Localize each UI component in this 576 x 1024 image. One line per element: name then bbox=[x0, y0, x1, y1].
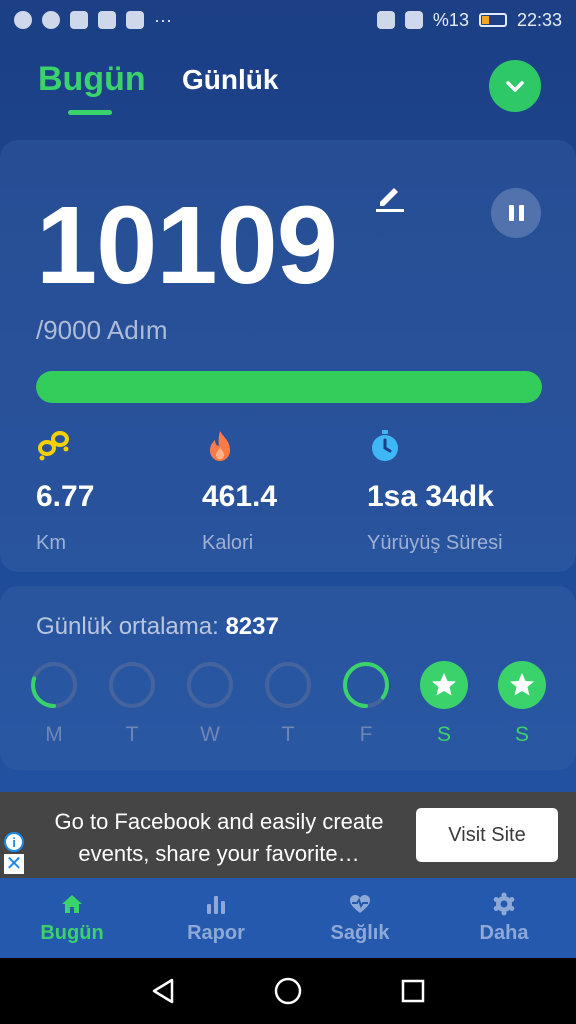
calories-label: Kalori bbox=[202, 532, 254, 554]
day-3[interactable]: T bbox=[264, 661, 312, 747]
day-progress-ring bbox=[187, 662, 233, 708]
walk-time-label: Yürüyüş Süresi bbox=[367, 532, 503, 554]
more-notifications: ··· bbox=[154, 9, 172, 30]
header: Bugün Günlük bbox=[0, 40, 576, 130]
visit-site-button[interactable]: Visit Site bbox=[416, 808, 558, 862]
day-progress-ring bbox=[343, 662, 389, 708]
day-label: S bbox=[514, 723, 529, 746]
back-icon[interactable] bbox=[148, 976, 178, 1006]
star-badge-icon bbox=[498, 661, 546, 709]
battery-icon bbox=[478, 13, 507, 27]
day-label: S bbox=[436, 723, 451, 746]
pause-icon bbox=[508, 205, 514, 221]
heart-pulse-icon bbox=[350, 894, 370, 913]
day-label: T bbox=[125, 723, 139, 746]
bottom-nav: Bugün Rapor Sağlık Daha bbox=[0, 878, 576, 958]
step-count: 10109 bbox=[36, 184, 338, 307]
steps-card: 10109 /9000 Adım 6.77 Km 461.4 Kalori 1s… bbox=[0, 140, 576, 572]
recents-square-icon[interactable] bbox=[398, 976, 428, 1006]
vpn-shield-icon bbox=[14, 11, 32, 29]
weekly-card[interactable]: Günlük ortalama: 8237 M T W T F S S bbox=[0, 586, 576, 770]
pause-button[interactable] bbox=[491, 188, 541, 238]
edit-goal-button[interactable] bbox=[372, 180, 406, 214]
tab-today[interactable]: Bugün bbox=[38, 60, 146, 99]
nav-health[interactable]: Sağlık bbox=[288, 878, 432, 958]
step-progress-bar bbox=[36, 371, 542, 403]
signal-icon bbox=[404, 11, 423, 29]
status-bar: ··· %13 22:33 bbox=[0, 0, 576, 40]
daily-average: Günlük ortalama: 8237 bbox=[36, 613, 279, 641]
daily-average-value: 8237 bbox=[225, 613, 279, 640]
bar-chart-icon bbox=[207, 895, 225, 914]
day-label: W bbox=[200, 723, 220, 746]
ad-info-icon[interactable]: i bbox=[4, 832, 24, 852]
day-progress-ring bbox=[31, 662, 77, 708]
day-0[interactable]: M bbox=[30, 661, 78, 747]
ad-banner[interactable]: Go to Facebook and easily create events,… bbox=[0, 792, 576, 878]
wifi-icon bbox=[376, 11, 395, 29]
footprints-notification-icon bbox=[98, 11, 116, 29]
instagram-icon bbox=[126, 11, 144, 29]
status-right: %13 22:33 bbox=[376, 9, 562, 31]
clock: 22:33 bbox=[516, 9, 562, 30]
day-5[interactable]: S bbox=[420, 661, 468, 747]
day-4[interactable]: F bbox=[342, 661, 390, 747]
tab-today-underline bbox=[68, 110, 112, 115]
metric-walk-time: 1sa 34dk Yürüyüş Süresi bbox=[367, 428, 503, 554]
system-nav-bar bbox=[0, 958, 576, 1024]
day-progress-ring bbox=[265, 662, 311, 708]
status-left: ··· bbox=[14, 10, 172, 31]
day-1[interactable]: T bbox=[108, 661, 156, 747]
flame-icon bbox=[210, 431, 230, 461]
calories-value: 461.4 bbox=[202, 480, 278, 513]
tab-daily[interactable]: Günlük bbox=[182, 64, 278, 96]
step-progress-fill bbox=[36, 371, 542, 403]
gear-icon bbox=[493, 892, 515, 915]
star-badge-icon bbox=[420, 661, 468, 709]
distance-value: 6.77 bbox=[36, 480, 95, 513]
metric-calories: 461.4 Kalori bbox=[202, 428, 277, 554]
daily-average-label: Günlük ortalama: bbox=[36, 613, 219, 640]
nav-today[interactable]: Bugün bbox=[0, 878, 144, 958]
nav-report[interactable]: Rapor bbox=[144, 878, 288, 958]
nav-health-label: Sağlık bbox=[330, 921, 390, 944]
footprints-icon bbox=[38, 431, 69, 461]
ad-text: Go to Facebook and easily create events,… bbox=[54, 809, 384, 866]
day-label: F bbox=[359, 723, 373, 746]
chevron-down-icon bbox=[506, 81, 524, 92]
stopwatch-icon bbox=[372, 430, 398, 461]
home-circle-icon[interactable] bbox=[273, 976, 303, 1006]
distance-label: Km bbox=[36, 532, 66, 554]
nav-more-label: Daha bbox=[479, 921, 529, 944]
cloud-icon bbox=[70, 11, 88, 29]
day-label: T bbox=[281, 723, 295, 746]
day-2[interactable]: W bbox=[186, 661, 234, 747]
ad-close-icon[interactable]: ✕ bbox=[4, 854, 24, 874]
nav-more[interactable]: Daha bbox=[432, 878, 576, 958]
step-goal: /9000 Adım bbox=[36, 315, 168, 345]
day-6[interactable]: S bbox=[498, 661, 546, 747]
whatsapp-icon bbox=[42, 11, 60, 29]
pencil-icon bbox=[376, 188, 404, 212]
battery-percent: %13 bbox=[432, 9, 469, 30]
nav-report-label: Rapor bbox=[187, 921, 245, 944]
metric-distance: 6.77 Km bbox=[36, 428, 94, 554]
home-icon bbox=[62, 894, 82, 913]
day-progress-ring bbox=[109, 662, 155, 708]
nav-today-label: Bugün bbox=[40, 921, 104, 944]
walk-time-value: 1sa 34dk bbox=[367, 480, 494, 513]
collapse-button[interactable] bbox=[489, 60, 541, 112]
day-label: M bbox=[45, 723, 63, 746]
